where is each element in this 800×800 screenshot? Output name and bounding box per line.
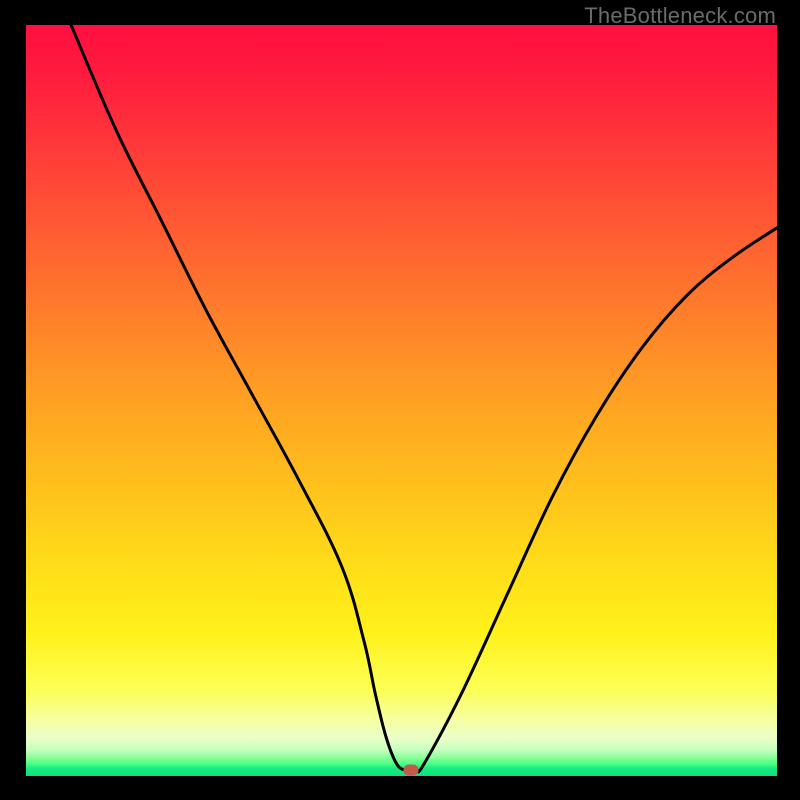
curve-path — [71, 25, 777, 772]
bottleneck-curve — [26, 25, 777, 776]
plot-area — [26, 25, 777, 776]
chart-frame: TheBottleneck.com — [0, 0, 800, 800]
optimal-point-marker — [403, 764, 418, 775]
